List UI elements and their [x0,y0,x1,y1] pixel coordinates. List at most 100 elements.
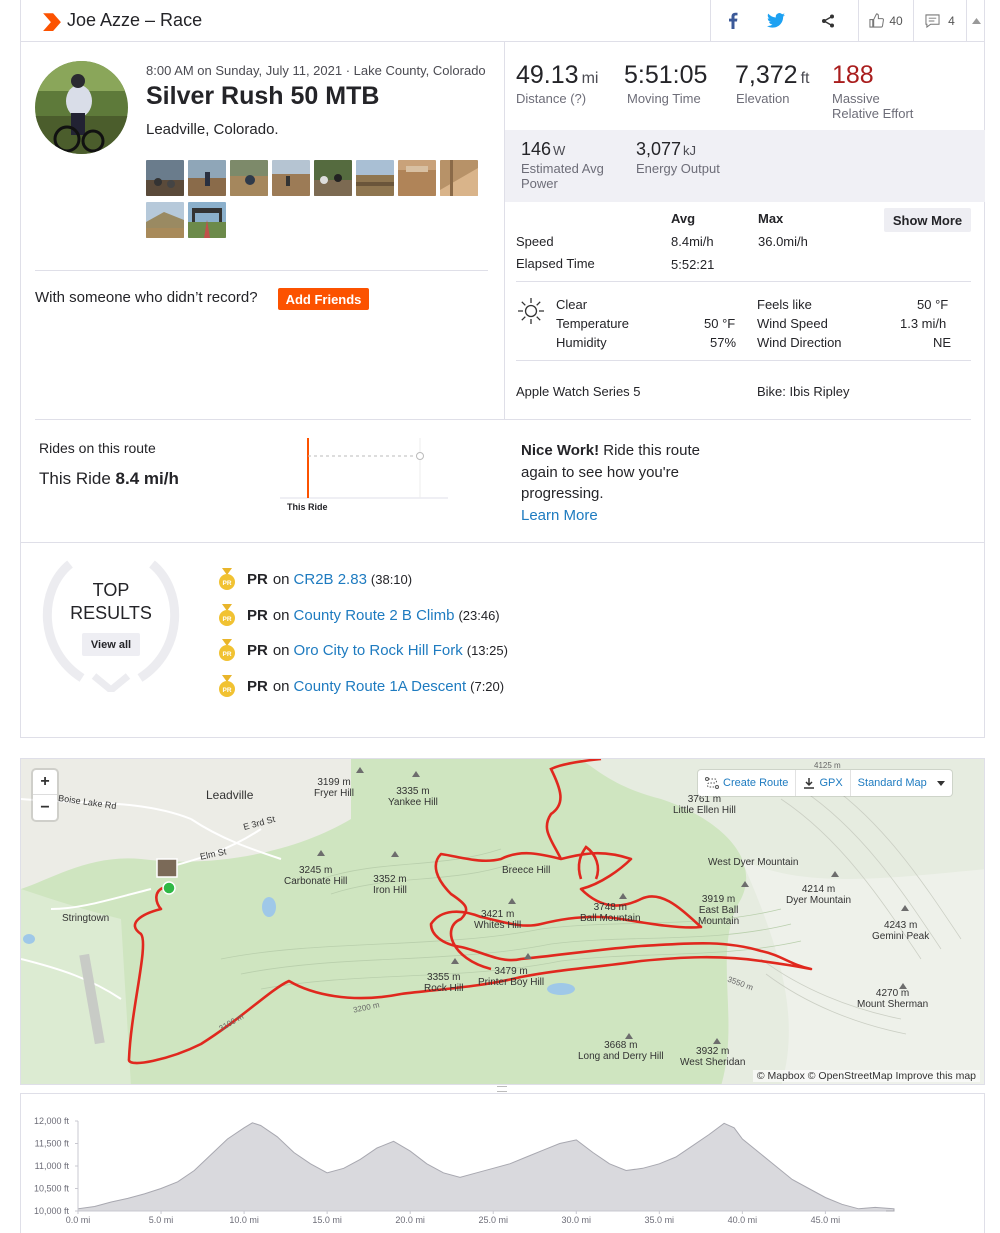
kudos-button[interactable]: 40 [858,0,913,41]
this-ride-prefix: This Ride [39,469,111,488]
activity-photo[interactable] [188,202,226,238]
wind-speed-value: 1.3 mi/h [900,316,947,331]
peak-label-east-ball: 3919 m East Ball Mountain [698,894,740,927]
activity-photo[interactable] [146,202,184,238]
elevation-y-tick-label: 12,000 ft [34,1116,70,1126]
elapsed-time-label: Elapsed Time [516,256,595,271]
peak-label-ball: 3748 m Ball Mountain [580,902,641,924]
moving-time-label: Moving Time [627,91,701,106]
svg-text:PR: PR [222,651,231,658]
avatar-photo [35,61,128,154]
activity-photo[interactable] [146,160,184,196]
segment-time: (13:25) [466,642,508,658]
section-divider [35,419,971,420]
elevation-x-tick-label: 30.0 mi [562,1215,592,1225]
elevation-x-tick-label: 45.0 mi [811,1215,841,1225]
segment-link[interactable]: Oro City to Rock Hill Fork [294,642,463,659]
segment-link[interactable]: CR2B 2.83 [294,571,367,588]
peak-label-carbonate: 3245 m Carbonate Hill [284,865,348,887]
share-button[interactable] [798,0,858,41]
top-results-title-1: TOP [92,580,130,600]
peak-label-long-derry: 3668 m Long and Derry Hill [578,1040,664,1062]
activity-photo[interactable] [230,160,268,196]
comments-button[interactable]: 4 [913,0,966,41]
map-type-select[interactable]: Standard Map [851,770,952,796]
pr-badge-label: PR [247,570,268,588]
pr-result-row: PR PR on County Route 1A Descent (7:20) [218,675,504,697]
peak-label-gemini: 4243 m Gemini Peak [872,920,930,942]
power-label-line1: Estimated Avg [521,161,604,176]
peak-label-printer: 3479 m Printer Boy Hill [478,966,545,988]
peak-label-rock: 3355 m Rock Hill [424,972,464,994]
share-icon [822,14,834,27]
add-friends-button[interactable]: Add Friends [278,288,369,310]
distance-unit: mi [581,70,599,87]
avg-column-header: Avg [671,211,696,226]
map-attribution[interactable]: © Mapbox © OpenStreetMap Improve this ma… [752,1070,980,1082]
peak-label-west-dyer: West Dyer Mountain [708,857,799,868]
power-value: 146 [521,139,552,159]
collapse-button[interactable] [966,0,986,41]
segment-time: (23:46) [458,607,500,623]
view-all-results-button[interactable]: View all [82,633,140,656]
elevation-label: Elevation [736,91,790,106]
wind-speed-label: Wind Speed [757,316,828,331]
wind-direction-label: Wind Direction [757,335,842,350]
top-results-title-2: RESULTS [70,603,152,623]
zoom-controls: + − [33,770,57,820]
sun-icon [518,298,544,324]
moving-time-value: 5:51:05 [624,61,708,89]
relative-effort-label: Relative Effort [832,106,914,121]
this-ride-speed: 8.4 mi/h [115,469,179,488]
peak-label-west-sheridan: 3932 m West Sheridan [680,1046,746,1068]
relative-effort-value[interactable]: 188 [832,61,874,90]
elapsed-time-avg: 5:52:21 [671,257,715,272]
activity-photo[interactable] [440,160,478,196]
activity-photo[interactable] [356,160,394,196]
pr-on: on [272,641,290,659]
elevation-y-tick-label: 11,000 ft [35,1161,70,1171]
activity-photo[interactable] [188,160,226,196]
pr-medal-icon: PR [219,568,235,590]
map-resize-handle[interactable] [497,1086,507,1092]
nice-work-message: Nice Work! Ride this route again to see … [521,440,721,526]
segment-link[interactable]: County Route 1A Descent [294,678,467,695]
elevation-unit: ft [800,70,810,87]
segment-time: (7:20) [470,678,505,694]
section-divider [516,360,971,361]
activity-description: Leadville, Colorado. [146,121,279,138]
peak-label-whites: 3421 m Whites Hill [474,909,522,931]
activity-photo[interactable] [272,160,310,196]
athlete-avatar[interactable] [35,61,128,154]
elevation-x-tick-label: 15.0 mi [312,1215,342,1225]
facebook-icon [728,12,737,29]
pr-on: on [272,677,290,695]
peak-label-yankee: 3335 m Yankee Hill [388,786,438,808]
pr-medal-icon: PR [219,604,235,626]
learn-more-link[interactable]: Learn More [521,507,598,524]
distance-label-link[interactable]: Distance (?) [516,91,586,106]
zoom-in-button[interactable]: + [33,770,57,795]
segment-link[interactable]: County Route 2 B Climb [294,607,455,624]
activity-photo[interactable] [398,160,436,196]
activity-photo[interactable] [314,160,352,196]
pr-on: on [272,570,290,588]
show-more-button[interactable]: Show More [884,208,971,232]
elevation-x-tick-label: 40.0 mi [728,1215,758,1225]
twitter-share-button[interactable] [754,0,798,41]
this-ride-marker-label: This Ride [287,502,328,512]
facebook-share-button[interactable] [710,0,754,41]
humidity-value: 57% [710,335,737,350]
create-route-button[interactable]: Create Route [698,770,797,796]
device-link[interactable]: Apple Watch Series 5 [516,384,641,399]
power-label-line2: Power [521,176,558,191]
gpx-label: GPX [819,777,843,789]
create-route-label: Create Route [723,777,789,789]
peak-label-dyer: 4214 m Dyer Mountain [786,884,852,906]
gpx-download-button[interactable]: GPX [796,770,851,796]
zoom-out-button[interactable]: − [33,795,57,820]
friends-prompt: With someone who didn’t record? [35,289,258,306]
elevation-x-tick-label: 0.0 mi [66,1215,91,1225]
svg-text:PR: PR [222,687,231,694]
pr-medal-icon: PR [219,675,235,697]
